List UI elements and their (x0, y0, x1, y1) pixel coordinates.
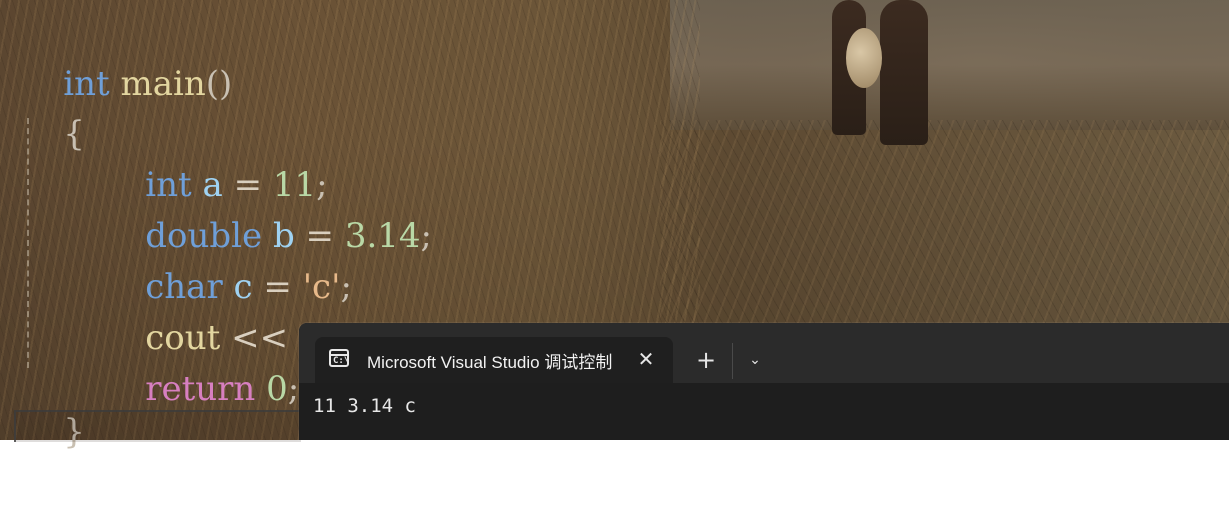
keyword: return (145, 369, 256, 409)
console-icon-text: C:\ (333, 356, 350, 366)
close-icon[interactable]: ✕ (631, 344, 661, 374)
code-line: return 0; (102, 313, 299, 466)
editor-panel-edge (14, 410, 301, 442)
tab-title: Microsoft Visual Studio 调试控制台 (367, 353, 613, 372)
console-output: 11 3.14 c (313, 395, 416, 417)
code-line: { (20, 58, 85, 211)
open-brace: { (63, 114, 85, 154)
terminal-tabbar: C:\ Microsoft Visual Studio 调试控制台 ✕ + ⌄ (299, 323, 1229, 383)
console-window[interactable]: C:\ Microsoft Visual Studio 调试控制台 ✕ + ⌄ … (299, 323, 1229, 440)
function-name: main (120, 64, 206, 104)
semicolon: ; (420, 216, 433, 256)
number-literal: 3.14 (344, 216, 421, 256)
plus-icon[interactable]: + (691, 345, 721, 375)
terminal-tab[interactable]: C:\ Microsoft Visual Studio 调试控制台 ✕ (315, 337, 673, 383)
number-literal: 0 (266, 369, 288, 409)
semicolon: ; (287, 369, 300, 409)
parentheses: () (205, 64, 233, 104)
tabbar-divider (732, 343, 733, 379)
console-icon: C:\ (329, 349, 349, 367)
chevron-down-icon[interactable]: ⌄ (741, 345, 769, 375)
